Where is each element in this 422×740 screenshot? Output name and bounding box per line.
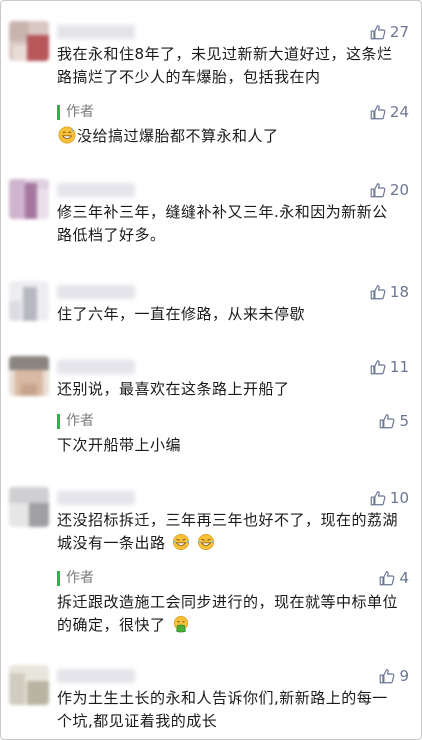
like-button[interactable]: 18 — [369, 281, 409, 303]
like-count: 10 — [389, 489, 409, 507]
avatar[interactable] — [9, 665, 49, 705]
reply-text-content: 没给搞过爆胎都不算永和人了 — [77, 127, 279, 145]
like-count: 27 — [389, 23, 409, 41]
reply-like-button[interactable]: 4 — [378, 567, 409, 589]
like-count: 5 — [399, 412, 409, 430]
comment-text: 住了六年，一直在修路，从来未停歇 — [57, 305, 306, 323]
comment-text-content: 还没招标拆迁，三年再三年也好不了，现在的荔湖城没有一条出路 — [57, 511, 399, 552]
thumbs-up-icon — [370, 25, 386, 40]
thumbs-up-icon — [380, 669, 395, 684]
vomit-emoji-icon — [173, 615, 188, 633]
thumbs-up-icon — [370, 360, 386, 375]
like-button[interactable]: 11 — [369, 356, 409, 378]
thumbs-up-icon — [380, 571, 395, 586]
tears-of-joy-emoji-icon — [172, 533, 189, 551]
reply-like-button[interactable]: 24 — [369, 101, 409, 123]
thumbs-up-icon — [370, 105, 386, 120]
nickname[interactable] — [57, 25, 135, 39]
nickname[interactable] — [57, 285, 135, 299]
reply-author: 作者 — [66, 570, 94, 586]
nickname[interactable] — [57, 183, 135, 197]
author-bar — [57, 414, 60, 429]
reply-like-button[interactable]: 5 — [378, 410, 409, 432]
thumbs-up-icon — [370, 285, 386, 300]
reply-author: 作者 — [66, 104, 94, 120]
author-bar — [57, 105, 60, 120]
reply-text-content: 拆迁跟改造施工会同步进行的，现在就等中标单位的确定，很快了 — [57, 593, 399, 634]
tears-of-joy-emoji-icon — [197, 533, 215, 551]
comment-text: 还没招标拆迁，三年再三年也好不了，现在的荔湖城没有一条出路 — [57, 509, 401, 555]
reply-text: 没给搞过爆胎都不算永和人了 — [57, 125, 401, 148]
like-button[interactable]: 20 — [369, 179, 409, 201]
nickname[interactable] — [57, 669, 135, 683]
like-count: 9 — [399, 667, 409, 685]
reply-text: 下次开船带上小编 — [57, 436, 182, 454]
avatar[interactable] — [9, 281, 49, 321]
comment-list: 27 我在永和住8年了，未见过新新大道好过，这条烂路搞烂了不少人的车爆胎，包括我… — [0, 0, 422, 740]
thumbs-up-icon — [370, 491, 386, 506]
reply-author: 作者 — [66, 413, 94, 429]
avatar[interactable] — [9, 21, 49, 61]
avatar[interactable] — [9, 487, 49, 527]
thumbs-up-icon — [370, 183, 386, 198]
nickname[interactable] — [57, 491, 135, 505]
reply-text: 拆迁跟改造施工会同步进行的，现在就等中标单位的确定，很快了 — [57, 591, 401, 637]
like-count: 4 — [399, 569, 409, 587]
like-button[interactable]: 27 — [369, 21, 409, 43]
nickname[interactable] — [57, 360, 135, 374]
thumbs-up-icon — [380, 414, 395, 429]
avatar[interactable] — [9, 179, 49, 219]
author-bar — [57, 571, 60, 586]
like-count: 11 — [389, 358, 409, 376]
like-button[interactable]: 10 — [369, 487, 409, 509]
comment-text: 修三年补三年，缝缝补补又三年.永和因为新新公路低档了好多。 — [57, 203, 388, 244]
comment-text: 我在永和住8年了，未见过新新大道好过，这条烂路搞烂了不少人的车爆胎，包括我在内 — [57, 45, 393, 86]
like-count: 20 — [389, 181, 409, 199]
grin-sweat-emoji-icon — [58, 126, 76, 144]
comment-text: 作为土生土长的永和人告诉你们,新新路上的每一个坑,都见证着我的成长 — [57, 689, 388, 730]
like-count: 18 — [389, 283, 409, 301]
comment-text: 还别说，最喜欢在这条路上开船了 — [57, 380, 290, 398]
avatar[interactable] — [9, 356, 49, 396]
like-button[interactable]: 9 — [378, 665, 409, 687]
like-count: 24 — [389, 103, 409, 121]
